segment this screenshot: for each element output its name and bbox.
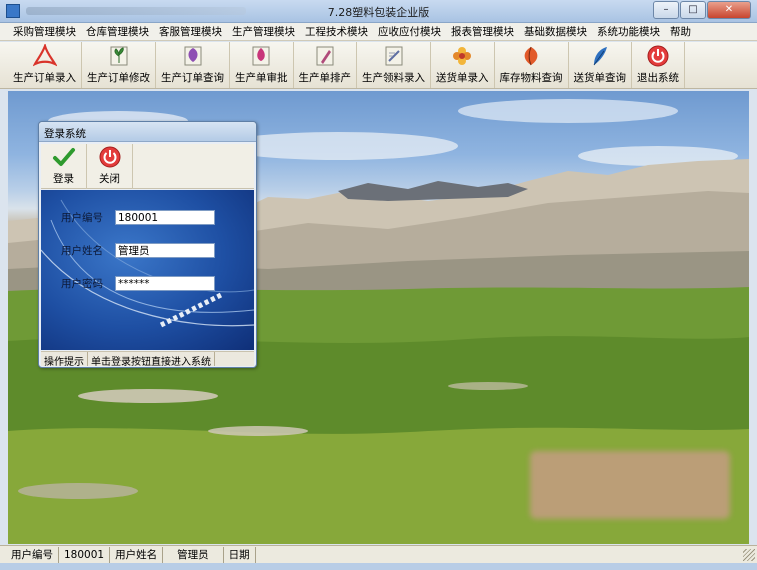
menu-customer-service[interactable]: 客服管理模块 — [154, 24, 227, 39]
password-row: 用户密码 — [61, 276, 215, 291]
toolbar-label: 生产单审批 — [235, 72, 288, 84]
blue-feather-icon — [593, 47, 607, 66]
toolbar-label: 生产订单查询 — [161, 72, 224, 84]
menu-help[interactable]: 帮助 — [665, 24, 696, 39]
toolbar-production-order-edit[interactable]: 生产订单修改 — [82, 42, 156, 88]
login-button[interactable]: 登录 — [41, 144, 87, 189]
toolbar-label: 送货单查询 — [573, 72, 627, 84]
login-form-panel: 用户编号 用户姓名 用户密码 — [41, 190, 254, 350]
menu-basic-data[interactable]: 基础数据模块 — [519, 24, 592, 39]
toolbar-label: 送货单录入 — [436, 72, 489, 84]
menu-engineering[interactable]: 工程技术模块 — [300, 24, 373, 39]
flower-icon — [453, 47, 472, 65]
menu-reports[interactable]: 报表管理模块 — [446, 24, 519, 39]
blurred-watermark — [530, 451, 730, 519]
password-label: 用户密码 — [61, 278, 103, 290]
exit-icon — [647, 45, 669, 67]
user-name-label: 用户姓名 — [61, 245, 103, 257]
window-frame-bottom — [0, 563, 757, 570]
hint-text: 单击登录按钮直接进入系统 — [88, 352, 215, 368]
resize-grip-icon[interactable] — [743, 548, 755, 561]
status-date-label: 日期 — [224, 546, 256, 563]
user-name-input[interactable] — [115, 243, 215, 258]
close-window-button[interactable]: ✕ — [707, 1, 751, 19]
status-user-name-label: 用户姓名 — [110, 546, 164, 563]
document-pen-icon — [385, 46, 402, 66]
user-id-input[interactable] — [115, 210, 215, 225]
pink-flower-icon — [252, 46, 270, 66]
window-title: 7.28塑料包装企业版 — [327, 6, 430, 19]
password-input[interactable] — [115, 276, 215, 291]
menu-receivables[interactable]: 应收应付模块 — [373, 24, 446, 39]
menu-purchase[interactable]: 采购管理模块 — [8, 24, 81, 39]
menu-bar: 采购管理模块 仓库管理模块 客服管理模块 生产管理模块 工程技术模块 应收应付模… — [0, 23, 757, 41]
pen-icon — [316, 46, 334, 66]
toolbar-label: 生产订单修改 — [87, 72, 150, 84]
toolbar: 生产订单录入 生产订单修改 生产订单查询 生产单审批 生产单排产 生产领料录入 … — [0, 42, 757, 89]
toolbar-label: 生产单排产 — [298, 72, 352, 84]
login-hint-bar: 操作提示 单击登录按钮直接进入系统 — [41, 351, 254, 368]
status-user-name-value: 管理员 — [163, 546, 224, 563]
toolbar-production-order-query[interactable]: 生产订单查询 — [156, 42, 230, 88]
login-dialog-toolbar: 登录 关闭 — [41, 144, 254, 189]
acrobat-icon — [32, 44, 57, 67]
window-controls: – □ ✕ — [653, 1, 751, 19]
user-name-row: 用户姓名 — [61, 243, 215, 258]
power-icon — [99, 146, 120, 168]
toolbar-exit-system[interactable]: 退出系统 — [632, 42, 685, 88]
toolbar-delivery-note-query[interactable]: 送货单查询 — [569, 42, 632, 88]
toolbar-label: 生产订单录入 — [13, 72, 76, 84]
plant-icon — [110, 46, 127, 66]
checkmark-icon — [52, 148, 75, 166]
toolbar-inventory-query[interactable]: 库存物料查询 — [495, 42, 569, 88]
login-button-label: 登录 — [53, 173, 74, 185]
purple-flower-icon — [184, 46, 201, 66]
hint-label: 操作提示 — [41, 352, 88, 368]
user-id-label: 用户编号 — [61, 212, 103, 224]
toolbar-production-scheduling[interactable]: 生产单排产 — [294, 42, 357, 88]
orange-flower-icon — [524, 46, 538, 66]
title-bar: 7.28塑料包装企业版 – □ ✕ — [0, 0, 757, 23]
close-button[interactable]: 关闭 — [87, 144, 133, 189]
close-button-label: 关闭 — [99, 173, 120, 185]
menu-system[interactable]: 系统功能模块 — [592, 24, 665, 39]
toolbar-label: 退出系统 — [637, 72, 679, 84]
toolbar-material-requisition-entry[interactable]: 生产领料录入 — [357, 42, 431, 88]
menu-warehouse[interactable]: 仓库管理模块 — [81, 24, 154, 39]
toolbar-label: 库存物料查询 — [499, 72, 563, 84]
maximize-button[interactable]: □ — [680, 1, 706, 19]
toolbar-production-order-entry[interactable]: 生产订单录入 — [8, 42, 82, 88]
status-bar: 用户编号 180001 用户姓名 管理员 日期 — [0, 545, 757, 563]
toolbar-label: 生产领料录入 — [362, 72, 425, 84]
login-dialog: 登录系统 登录 关闭 用户编号 用户姓名 — [38, 121, 257, 368]
toolbar-delivery-note-entry[interactable]: 送货单录入 — [431, 42, 495, 88]
toolbar-production-approval[interactable]: 生产单审批 — [230, 42, 294, 88]
minimize-button[interactable]: – — [653, 1, 679, 19]
user-id-row: 用户编号 — [61, 210, 215, 225]
menu-production[interactable]: 生产管理模块 — [227, 24, 300, 39]
status-user-id-label: 用户编号 — [6, 546, 59, 563]
login-dialog-title: 登录系统 — [39, 122, 256, 142]
status-user-id-value: 180001 — [59, 546, 111, 563]
